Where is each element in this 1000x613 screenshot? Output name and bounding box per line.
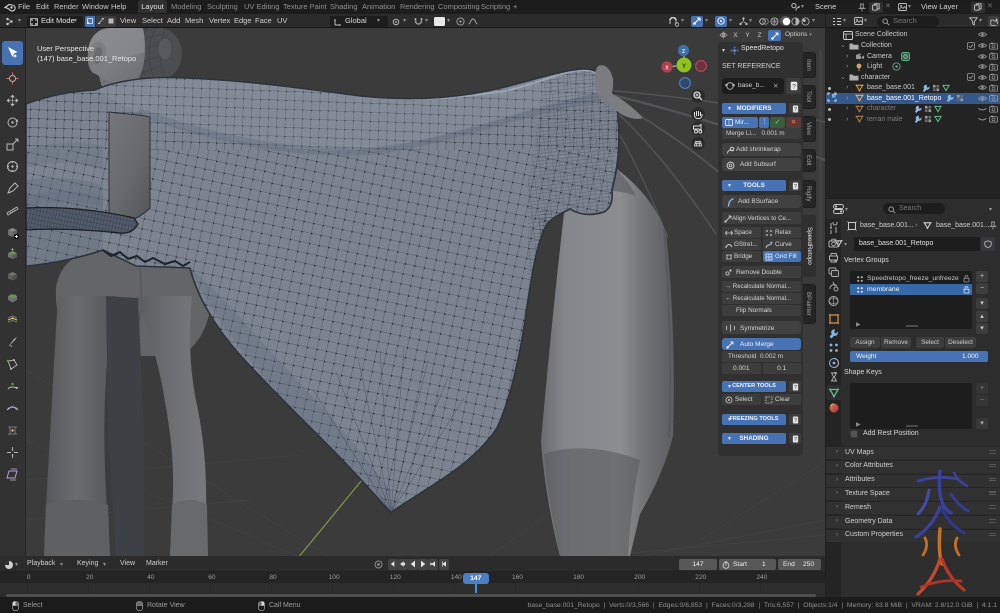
svg-text:(147) base_base.001_Retopo: (147) base_base.001_Retopo xyxy=(37,54,136,63)
svg-text:?: ? xyxy=(794,437,797,443)
svg-text:?: ? xyxy=(794,385,797,391)
svg-text:?: ? xyxy=(794,418,797,424)
svg-text:?: ? xyxy=(792,83,796,90)
svg-text:Y: Y xyxy=(682,63,687,70)
svg-text:?: ? xyxy=(794,184,797,190)
svg-text:X: X xyxy=(665,66,669,72)
svg-text:?: ? xyxy=(794,107,797,113)
svg-text:User Perspective: User Perspective xyxy=(37,44,94,53)
